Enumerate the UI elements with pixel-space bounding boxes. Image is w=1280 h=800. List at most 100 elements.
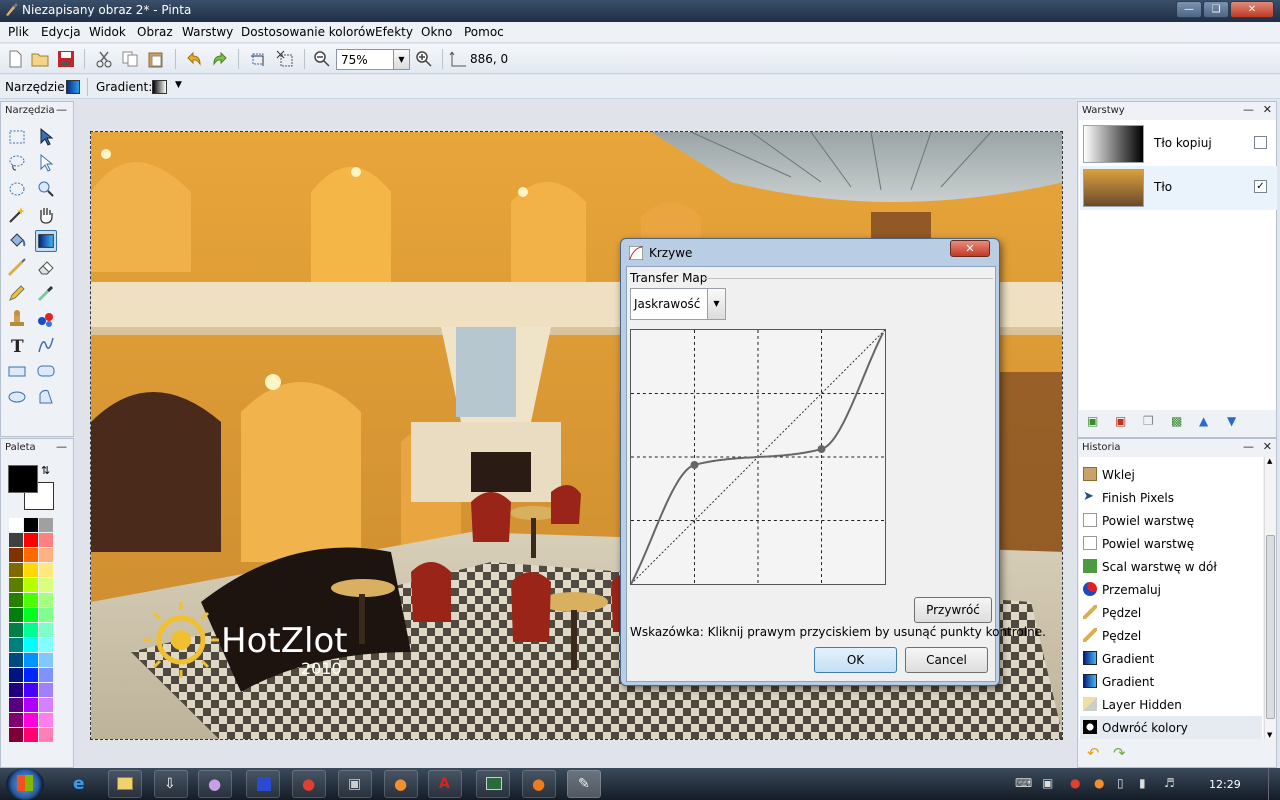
curve-control-point[interactable] xyxy=(690,460,699,469)
zoom-dropdown-arrow-icon[interactable]: ▼ xyxy=(393,50,409,69)
palette-swatch[interactable] xyxy=(24,548,38,562)
tray-power-icon[interactable]: ▯ xyxy=(1117,776,1124,790)
palette-swatch[interactable] xyxy=(24,668,38,682)
taskbar-explorer-icon[interactable] xyxy=(108,770,142,798)
dialog-close-button[interactable]: ✕ xyxy=(950,240,990,257)
close-button[interactable]: ✕ xyxy=(1230,1,1274,18)
copy-icon[interactable] xyxy=(121,50,139,68)
taskbar-terminal-icon[interactable] xyxy=(476,770,510,798)
history-item[interactable]: Pędzel xyxy=(1080,601,1262,624)
open-folder-icon[interactable] xyxy=(31,50,49,68)
history-item[interactable]: Gradient xyxy=(1080,670,1262,693)
panel-close-icon[interactable]: ✕ xyxy=(1263,440,1272,453)
tray-keyboard-icon[interactable]: ⌨ xyxy=(1015,776,1032,790)
undo-icon[interactable] xyxy=(185,50,203,68)
layer-row[interactable]: Tło ✓ xyxy=(1080,166,1277,210)
clone-stamp-icon[interactable] xyxy=(6,308,28,330)
restore-button[interactable]: ❑ xyxy=(1203,1,1229,18)
zoom-out-icon[interactable] xyxy=(313,50,331,68)
taskbar-ie-icon[interactable]: e xyxy=(64,770,98,798)
layer-visibility-checkbox[interactable]: ✓ xyxy=(1254,180,1267,193)
palette-swatch[interactable] xyxy=(9,623,23,637)
tray-network-icon[interactable]: ▣ xyxy=(1042,776,1053,790)
minimize-button[interactable]: — xyxy=(1176,1,1202,18)
deselect-icon[interactable] xyxy=(276,50,294,68)
palette-swatch[interactable] xyxy=(9,563,23,577)
palette-swatch[interactable] xyxy=(9,638,23,652)
add-layer-icon[interactable]: ▣ xyxy=(1087,414,1098,428)
taskbar-app-icon[interactable]: ● xyxy=(198,770,232,798)
delete-layer-icon[interactable]: ▣ xyxy=(1115,414,1126,428)
undo-icon[interactable]: ↶ xyxy=(1087,744,1100,762)
panel-minimize-icon[interactable]: — xyxy=(1243,103,1254,116)
swap-colors-icon[interactable]: ⇅ xyxy=(41,464,50,477)
combobox-arrow-icon[interactable]: ▼ xyxy=(707,289,725,319)
layer-row[interactable]: Tło kopiuj xyxy=(1080,122,1277,166)
palette-swatch[interactable] xyxy=(24,683,38,697)
palette-swatch[interactable] xyxy=(9,608,23,622)
cut-icon[interactable] xyxy=(95,50,113,68)
curve-control-point[interactable] xyxy=(817,445,826,454)
palette-swatch[interactable] xyxy=(9,578,23,592)
palette-swatch[interactable] xyxy=(24,593,38,607)
ok-button[interactable]: OK xyxy=(814,647,897,673)
palette-swatch[interactable] xyxy=(9,698,23,712)
show-desktop-button[interactable] xyxy=(1268,768,1280,800)
ellipse-shape-icon[interactable] xyxy=(6,386,28,408)
rectangle-select-icon[interactable] xyxy=(6,126,28,148)
move-layer-up-icon[interactable]: ▲ xyxy=(1199,414,1208,428)
palette-swatch[interactable] xyxy=(39,548,53,562)
reset-button[interactable]: Przywróć xyxy=(914,597,992,623)
color-picker-icon[interactable] xyxy=(35,282,57,304)
new-file-icon[interactable] xyxy=(6,50,24,68)
taskbar-firefox-icon[interactable]: ● xyxy=(522,770,556,798)
taskbar-pdf-icon[interactable]: A xyxy=(428,770,462,798)
tray-volume-icon[interactable]: ♬ xyxy=(1164,776,1175,790)
rounded-rectangle-icon[interactable] xyxy=(35,360,57,382)
panel-minimize-icon[interactable]: — xyxy=(1243,440,1254,453)
move-selected-icon[interactable] xyxy=(35,126,57,148)
taskbar-pinta-icon[interactable]: ✎ xyxy=(567,770,601,798)
tray-warning-icon[interactable]: ● xyxy=(1070,776,1080,790)
gradient-tool-icon[interactable] xyxy=(35,230,57,252)
redo-icon[interactable]: ↷ xyxy=(1113,744,1126,762)
palette-swatch[interactable] xyxy=(9,533,23,547)
freeform-shape-icon[interactable] xyxy=(35,386,57,408)
tray-app-icon[interactable]: ● xyxy=(1094,776,1104,790)
primary-color-swatch[interactable] xyxy=(8,465,38,493)
palette-swatch[interactable] xyxy=(39,653,53,667)
rectangle-shape-icon[interactable] xyxy=(6,360,28,382)
pencil-icon[interactable] xyxy=(6,282,28,304)
palette-swatch[interactable] xyxy=(39,638,53,652)
panel-close-icon[interactable]: ✕ xyxy=(1263,103,1272,116)
taskbar-app-icon[interactable]: ● xyxy=(292,770,326,798)
palette-swatch[interactable] xyxy=(24,608,38,622)
menu-widok[interactable]: Widok xyxy=(89,25,126,39)
palette-swatch[interactable] xyxy=(39,593,53,607)
palette-swatch[interactable] xyxy=(39,728,53,742)
curve-editor[interactable] xyxy=(630,329,886,585)
start-button[interactable] xyxy=(6,768,44,800)
merge-layer-icon[interactable]: ▩ xyxy=(1171,414,1182,428)
zoom-tool-icon[interactable] xyxy=(35,178,57,200)
palette-swatch[interactable] xyxy=(39,608,53,622)
palette-swatch[interactable] xyxy=(9,653,23,667)
ellipse-select-icon[interactable] xyxy=(6,178,28,200)
palette-swatch[interactable] xyxy=(24,533,38,547)
menu-warstwy[interactable]: Warstwy xyxy=(182,25,233,39)
paste-icon[interactable] xyxy=(147,50,165,68)
palette-swatch[interactable] xyxy=(24,563,38,577)
taskbar-camera-icon[interactable]: ▣ xyxy=(338,770,372,798)
palette-swatch[interactable] xyxy=(24,728,38,742)
history-item[interactable]: Przemaluj xyxy=(1080,578,1262,601)
zoom-combobox[interactable]: 75% ▼ xyxy=(336,49,410,70)
paint-bucket-icon[interactable] xyxy=(6,230,28,252)
palette-swatch[interactable] xyxy=(24,698,38,712)
gradient-type-icon[interactable] xyxy=(152,80,167,94)
palette-swatch[interactable] xyxy=(24,578,38,592)
taskbar-app-icon[interactable]: ● xyxy=(384,770,418,798)
menu-okno[interactable]: Okno xyxy=(421,25,452,39)
palette-swatch[interactable] xyxy=(39,578,53,592)
menu-edycja[interactable]: Edycja xyxy=(41,25,81,39)
cancel-button[interactable]: Cancel xyxy=(905,647,988,673)
